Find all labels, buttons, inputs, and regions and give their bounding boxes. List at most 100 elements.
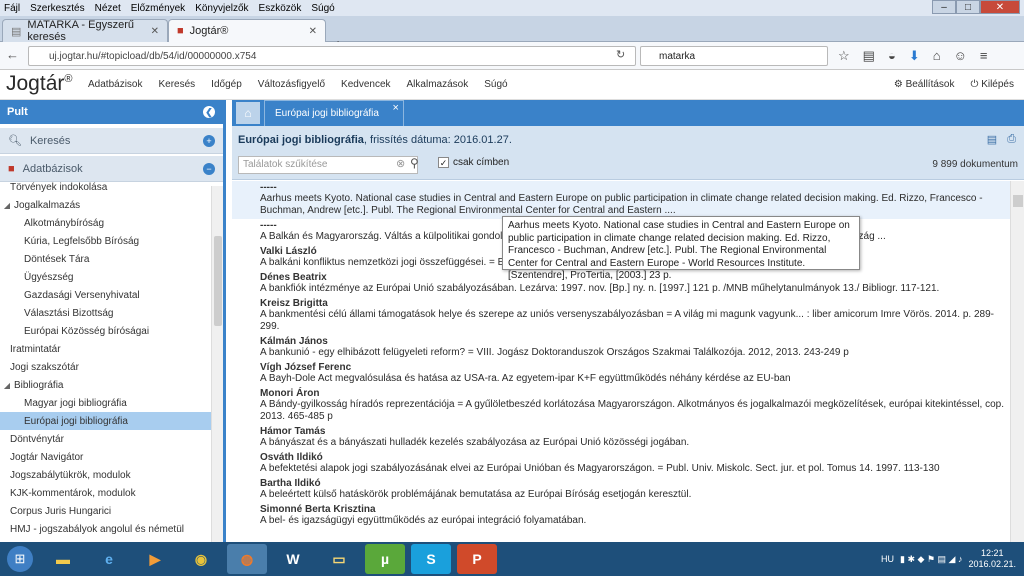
minimize-icon[interactable]: –: [932, 0, 956, 14]
reload-icon[interactable]: ↻: [616, 48, 625, 61]
search-icon[interactable]: ⚲: [410, 156, 419, 170]
close-icon[interactable]: ✕: [980, 0, 1020, 14]
list-item[interactable]: ----- Aarhus meets Kyoto. National case s…: [232, 181, 1010, 219]
home-tab-icon[interactable]: ⌂: [236, 102, 260, 124]
app-nav-item[interactable]: Adatbázisok: [88, 79, 142, 90]
clear-filter-icon[interactable]: ⊗: [396, 157, 405, 170]
close-tab-icon[interactable]: ✕: [151, 26, 159, 37]
sidebar-tree-item[interactable]: Iratmintatár: [0, 340, 212, 358]
list-item[interactable]: Osváth Ildikó A befektetési alapok jogi s…: [232, 451, 1010, 477]
internet-explorer-icon[interactable]: e: [89, 544, 129, 574]
start-button[interactable]: ⊞: [0, 542, 40, 576]
word-icon[interactable]: W: [273, 544, 313, 574]
app-nav-item[interactable]: Alkalmazások: [407, 79, 469, 90]
menu-item[interactable]: Könyvjelzők: [195, 3, 248, 14]
chrome-icon[interactable]: ◉: [181, 544, 221, 574]
sidebar-tree-item[interactable]: ◢ Jogalkalmazás: [0, 196, 212, 214]
media-player-icon[interactable]: ▶: [135, 544, 175, 574]
collapse-icon[interactable]: −: [203, 163, 215, 175]
menu-item[interactable]: Eszközök: [259, 3, 302, 14]
expand-triangle-icon[interactable]: ◢: [0, 381, 14, 390]
language-indicator[interactable]: HU: [881, 554, 894, 564]
app-nav-item[interactable]: Súgó: [484, 79, 507, 90]
bookmark-star-icon[interactable]: ☆: [838, 48, 850, 64]
sidebar-tree-item[interactable]: KJK-kommentárok, modulok: [0, 484, 212, 502]
search-section[interactable]: 🔍︎ Keresés +: [0, 128, 223, 154]
firefox-icon[interactable]: ◍: [227, 544, 267, 574]
menu-item[interactable]: Előzmények: [131, 3, 185, 14]
document-icon[interactable]: ▤: [987, 133, 997, 146]
sidebar-tree-item[interactable]: Választási Bizottság: [0, 304, 212, 322]
entry-title[interactable]: A befektetési alapok jogi szabályozásána…: [260, 463, 1010, 475]
title-only-checkbox[interactable]: ✓ csak címben: [438, 157, 509, 168]
pocket-icon[interactable]: ◒: [888, 48, 896, 64]
skype-icon[interactable]: S: [411, 544, 451, 574]
filter-input[interactable]: Találatok szűkítése: [238, 156, 418, 174]
menu-item[interactable]: Fájl: [4, 3, 20, 14]
url-field[interactable]: uj.jogtar.hu/#topicload/db/54/id/0000000…: [28, 46, 636, 66]
reading-list-icon[interactable]: ▤: [863, 48, 875, 64]
clock[interactable]: 12:21 2016.02.21.: [968, 548, 1016, 570]
sidebar-tree-item[interactable]: Jogszabálytükrök, modulok: [0, 466, 212, 484]
collapse-sidebar-icon[interactable]: ❮: [203, 106, 215, 118]
expand-triangle-icon[interactable]: ◢: [0, 201, 14, 210]
entry-title[interactable]: A Bayh-Dole Act megvalósulása és hatása …: [260, 373, 1010, 385]
app-nav-item[interactable]: Időgép: [211, 79, 242, 90]
sidebar-tree-item[interactable]: Döntvénytár: [0, 430, 212, 448]
settings-button[interactable]: ⚙ Beállítások: [894, 79, 955, 90]
tab-european-bibliography[interactable]: Európai jogi bibliográfia ×: [264, 100, 404, 126]
sidebar-tree-item[interactable]: Jogtár Navigátor: [0, 448, 212, 466]
jogtar-logo[interactable]: Jogtár®: [6, 72, 72, 96]
sidebar-tree-item[interactable]: Gazdasági Versenyhivatal: [0, 286, 212, 304]
menu-icon[interactable]: ≡: [980, 48, 988, 64]
sidebar-tree-item[interactable]: Jogi szakszótár: [0, 358, 212, 376]
sidebar-tree-item[interactable]: Európai jogi bibliográfia: [0, 412, 212, 430]
home-icon[interactable]: ⌂: [933, 48, 941, 64]
entry-title[interactable]: A bankfiók intézménye az Európai Unió sz…: [260, 283, 1010, 295]
menu-item[interactable]: Szerkesztés: [30, 3, 84, 14]
sidebar-tree-item[interactable]: Magyar jogi bibliográfia: [0, 394, 212, 412]
logout-button[interactable]: ⏻ Kilépés: [970, 79, 1014, 90]
entry-title[interactable]: A bankmentési célú állami támogatások he…: [260, 309, 1010, 333]
entry-title[interactable]: A bel- és igazságügyi együttműködés az e…: [260, 515, 1010, 527]
sidebar-tree-item[interactable]: Corpus Juris Hungarici: [0, 502, 212, 520]
menu-item[interactable]: Súgó: [311, 3, 334, 14]
list-item[interactable]: Monori Áron A Bándy-gyilkosság híradós re…: [232, 387, 1010, 425]
sidebar-tree-item[interactable]: Döntések Tára: [0, 250, 212, 268]
entry-title[interactable]: A Bándy-gyilkosság híradós reprezentáció…: [260, 399, 1010, 423]
sidebar-tree-item[interactable]: Kúria, Legfelsőbb Bíróság: [0, 232, 212, 250]
utorrent-icon[interactable]: µ: [365, 544, 405, 574]
sidebar-tree-item[interactable]: Törvények indokolása: [0, 178, 212, 196]
scrollbar-thumb[interactable]: [214, 236, 222, 326]
chat-icon[interactable]: ☺: [954, 48, 967, 64]
expand-icon[interactable]: +: [203, 135, 215, 147]
back-icon[interactable]: ←: [6, 47, 19, 62]
close-tab-icon[interactable]: ✕: [309, 26, 317, 37]
browser-tab-jogtar[interactable]: ■ Jogtár® ✕: [168, 19, 326, 42]
list-item[interactable]: Kreisz Brigitta A bankmentési célú állami…: [232, 297, 1010, 335]
entry-title[interactable]: A bányászat és a bányászati hulladék kez…: [260, 437, 1010, 449]
checkbox-box[interactable]: ✓: [438, 157, 449, 168]
list-item[interactable]: Bartha Ildikó A beleértett külső hatáskör…: [232, 477, 1010, 503]
list-item[interactable]: Vígh József Ferenc A Bayh-Dole Act megval…: [232, 361, 1010, 387]
list-item[interactable]: Kálmán János A bankunió - egy elhibázott …: [232, 335, 1010, 361]
explorer-icon[interactable]: ▬: [43, 544, 83, 574]
entry-title[interactable]: A bankunió - egy elhibázott felügyeleti …: [260, 347, 1010, 359]
list-item[interactable]: Simonné Berta Krisztina A bel- és igazság…: [232, 503, 1010, 529]
sidebar-tree-item[interactable]: Európai Közösség bíróságai: [0, 322, 212, 340]
sidebar-tree-item[interactable]: HMJ - jogszabályok angolul és németül: [0, 520, 212, 538]
app-nav-item[interactable]: Változásfigyelő: [258, 79, 325, 90]
print-icon[interactable]: ⎙: [1007, 133, 1016, 146]
tray-icons[interactable]: ▮ ✱ ◆ ⚑ ▤ ◢ ♪: [900, 554, 962, 565]
sidebar-scrollbar[interactable]: [211, 186, 223, 542]
folder-icon[interactable]: ▭: [319, 544, 359, 574]
sidebar-tree-item[interactable]: Alkotmánybíróság: [0, 214, 212, 232]
download-icon[interactable]: ⬇: [909, 48, 920, 64]
result-scrollbar[interactable]: [1010, 181, 1024, 542]
scrollbar-thumb[interactable]: [1013, 195, 1023, 207]
powerpoint-icon[interactable]: P: [457, 544, 497, 574]
menu-item[interactable]: Nézet: [95, 3, 121, 14]
sidebar-tree-item[interactable]: Ügyészség: [0, 268, 212, 286]
maximize-icon[interactable]: □: [956, 0, 980, 14]
entry-title[interactable]: A beleértett külső hatáskörök problémájá…: [260, 489, 1010, 501]
